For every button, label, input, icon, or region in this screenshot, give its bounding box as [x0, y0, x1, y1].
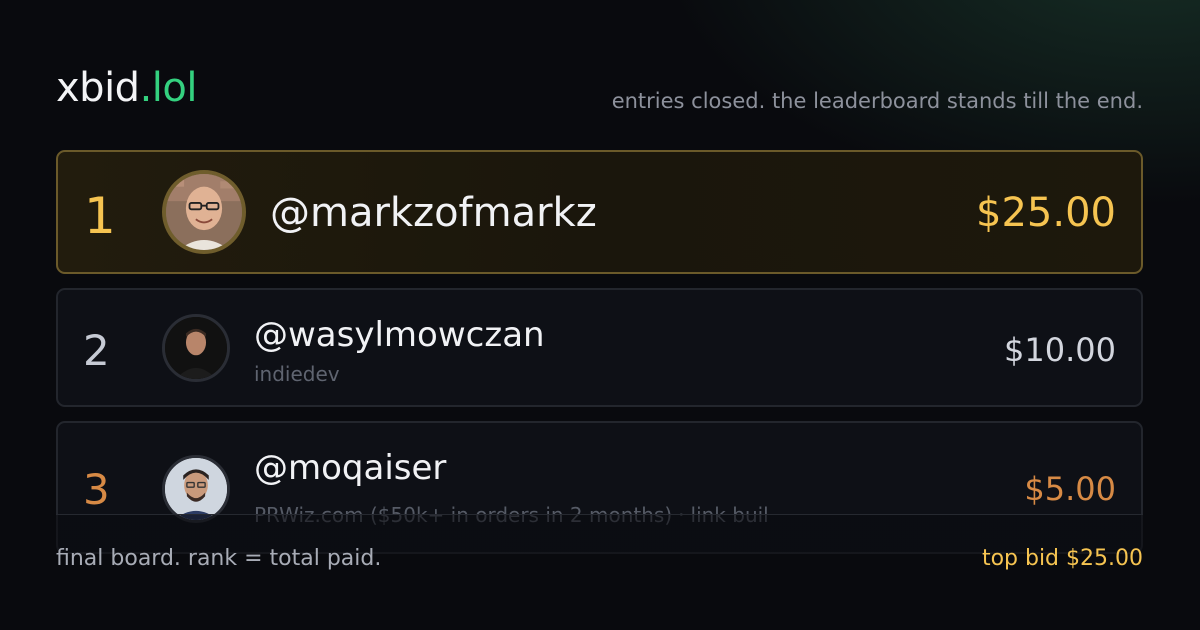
- rank-number: 2: [83, 326, 110, 375]
- avatar-photo-icon: [166, 174, 242, 250]
- rank-number: 3: [83, 465, 110, 514]
- user-handle[interactable]: @wasylmowczan: [254, 314, 545, 356]
- brand-tld: .lol: [139, 65, 198, 111]
- brand-name: xbid: [56, 65, 140, 111]
- avatar[interactable]: [162, 170, 246, 254]
- user-handle[interactable]: @markzofmarkz: [270, 188, 597, 238]
- bid-amount: $5.00: [1024, 470, 1116, 508]
- bid-amount: $10.00: [1004, 331, 1116, 369]
- avatar[interactable]: [162, 314, 230, 382]
- user-handle[interactable]: @moqaiser: [254, 447, 446, 489]
- bid-amount: $25.00: [976, 190, 1116, 236]
- footer-note: final board. rank = total paid.: [56, 546, 382, 571]
- status-tagline: entries closed. the leaderboard stands t…: [611, 89, 1143, 113]
- leaderboard-row-2[interactable]: 2 @wasylmowczan indiedev $10.00: [56, 288, 1143, 407]
- avatar-photo-icon: [165, 458, 227, 520]
- avatar[interactable]: [162, 455, 230, 523]
- leaderboard-row-1[interactable]: 1 @markzofmarkz $25.00: [56, 150, 1143, 274]
- top-bid-summary: top bid $25.00: [981, 546, 1143, 571]
- user-bio: indiedev: [254, 362, 340, 386]
- brand-logo[interactable]: xbid.lol: [56, 62, 198, 114]
- avatar-photo-icon: [165, 317, 227, 379]
- rank-number: 1: [84, 187, 116, 245]
